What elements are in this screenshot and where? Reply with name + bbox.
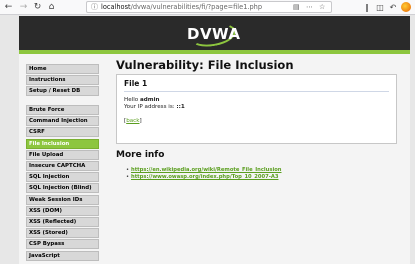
dvwa-page: DVWA Home Instructions Setup / Reset DB Br… xyxy=(19,16,410,264)
sidebar-item-home[interactable]: Home xyxy=(26,64,99,74)
list-item: • https://en.wikipedia.org/wiki/Remote_Fi… xyxy=(126,167,282,173)
forward-arrow-icon[interactable]: → xyxy=(18,2,29,13)
page-title: Vulnerability: File Inclusion xyxy=(116,58,294,72)
library-icon[interactable]: ‖ xyxy=(362,2,372,13)
site-info-icon[interactable]: ⓘ xyxy=(91,2,98,13)
address-bar[interactable]: ⓘ localhost/dvwa/vulnerabilities/fi/?pag… xyxy=(86,1,332,13)
url-text[interactable]: localhost/dvwa/vulnerabilities/fi/?page=… xyxy=(101,2,262,13)
sidebar-toggle-icon[interactable]: ◫ xyxy=(375,2,385,13)
file-content-box: File 1 Hello admin Your IP address is: :… xyxy=(116,74,397,144)
sidebar-item-command-injection[interactable]: Command Injection xyxy=(26,116,99,127)
sidebar-item-csrf[interactable]: CSRF xyxy=(26,127,99,138)
reload-icon[interactable]: ↻ xyxy=(32,2,43,13)
owasp-link[interactable]: https://www.owasp.org/index.php/Top_10_2… xyxy=(131,174,278,180)
reader-view-icon[interactable]: ▤ xyxy=(293,2,300,13)
sidebar-item-xss-dom[interactable]: XSS (DOM) xyxy=(26,205,99,216)
sidebar-item-xss-reflected[interactable]: XSS (Reflected) xyxy=(26,216,99,227)
sidebar-menu: Home Instructions Setup / Reset DB Brute F… xyxy=(26,64,99,262)
sidebar-item-javascript[interactable]: JavaScript xyxy=(26,250,99,261)
undo-arrow-icon[interactable]: ↶ xyxy=(388,2,398,13)
username: admin xyxy=(139,97,160,103)
page-header: DVWA xyxy=(19,16,410,54)
browser-toolbar: ← → ↻ ⌂ ⓘ localhost/dvwa/vulnerabilities… xyxy=(0,0,415,15)
sidebar-item-file-upload[interactable]: File Upload xyxy=(26,149,99,160)
logo-text: DVWA xyxy=(187,25,241,43)
greeting-text: Hello admin xyxy=(124,97,160,103)
sidebar-item-insecure-captcha[interactable]: Insecure CAPTCHA xyxy=(26,161,99,171)
sidebar-item-csp-bypass[interactable]: CSP Bypass xyxy=(26,239,99,250)
divider xyxy=(124,91,389,92)
back-link[interactable]: back xyxy=(126,118,139,124)
list-item: • https://www.owasp.org/index.php/Top_10_… xyxy=(126,174,279,180)
home-icon[interactable]: ⌂ xyxy=(46,2,57,13)
sidebar-item-sql-injection-blind[interactable]: SQL Injection (Blind) xyxy=(26,183,99,194)
sidebar-item-setup-reset-db[interactable]: Setup / Reset DB xyxy=(26,86,99,97)
sidebar-item-file-inclusion[interactable]: File Inclusion xyxy=(26,138,99,149)
ip-address-text: Your IP address is: ::1 xyxy=(124,104,185,110)
sidebar-item-xss-stored[interactable]: XSS (Stored) xyxy=(26,228,99,239)
ip-value: ::1 xyxy=(176,104,185,110)
firefox-menu-icon[interactable] xyxy=(401,2,411,12)
sidebar-item-brute-force[interactable]: Brute Force xyxy=(26,105,99,116)
sidebar-item-sql-injection[interactable]: SQL Injection xyxy=(26,172,99,183)
back-arrow-icon[interactable]: ← xyxy=(3,2,14,13)
sidebar-item-instructions[interactable]: Instructions xyxy=(26,75,99,86)
dvwa-logo: DVWA xyxy=(187,20,241,50)
wikipedia-link[interactable]: https://en.wikipedia.org/wiki/Remote_Fil… xyxy=(131,167,282,173)
sidebar-item-weak-session-ids[interactable]: Weak Session IDs xyxy=(26,194,99,205)
back-link-wrapper: [back] xyxy=(124,118,142,124)
bookmark-star-icon[interactable]: ☆ xyxy=(319,2,325,13)
page-actions-icon[interactable]: ⋯ xyxy=(306,2,313,13)
more-info-links: • https://en.wikipedia.org/wiki/Remote_Fi… xyxy=(126,167,282,181)
more-info-heading: More info xyxy=(116,150,165,160)
file-heading: File 1 xyxy=(124,79,148,88)
